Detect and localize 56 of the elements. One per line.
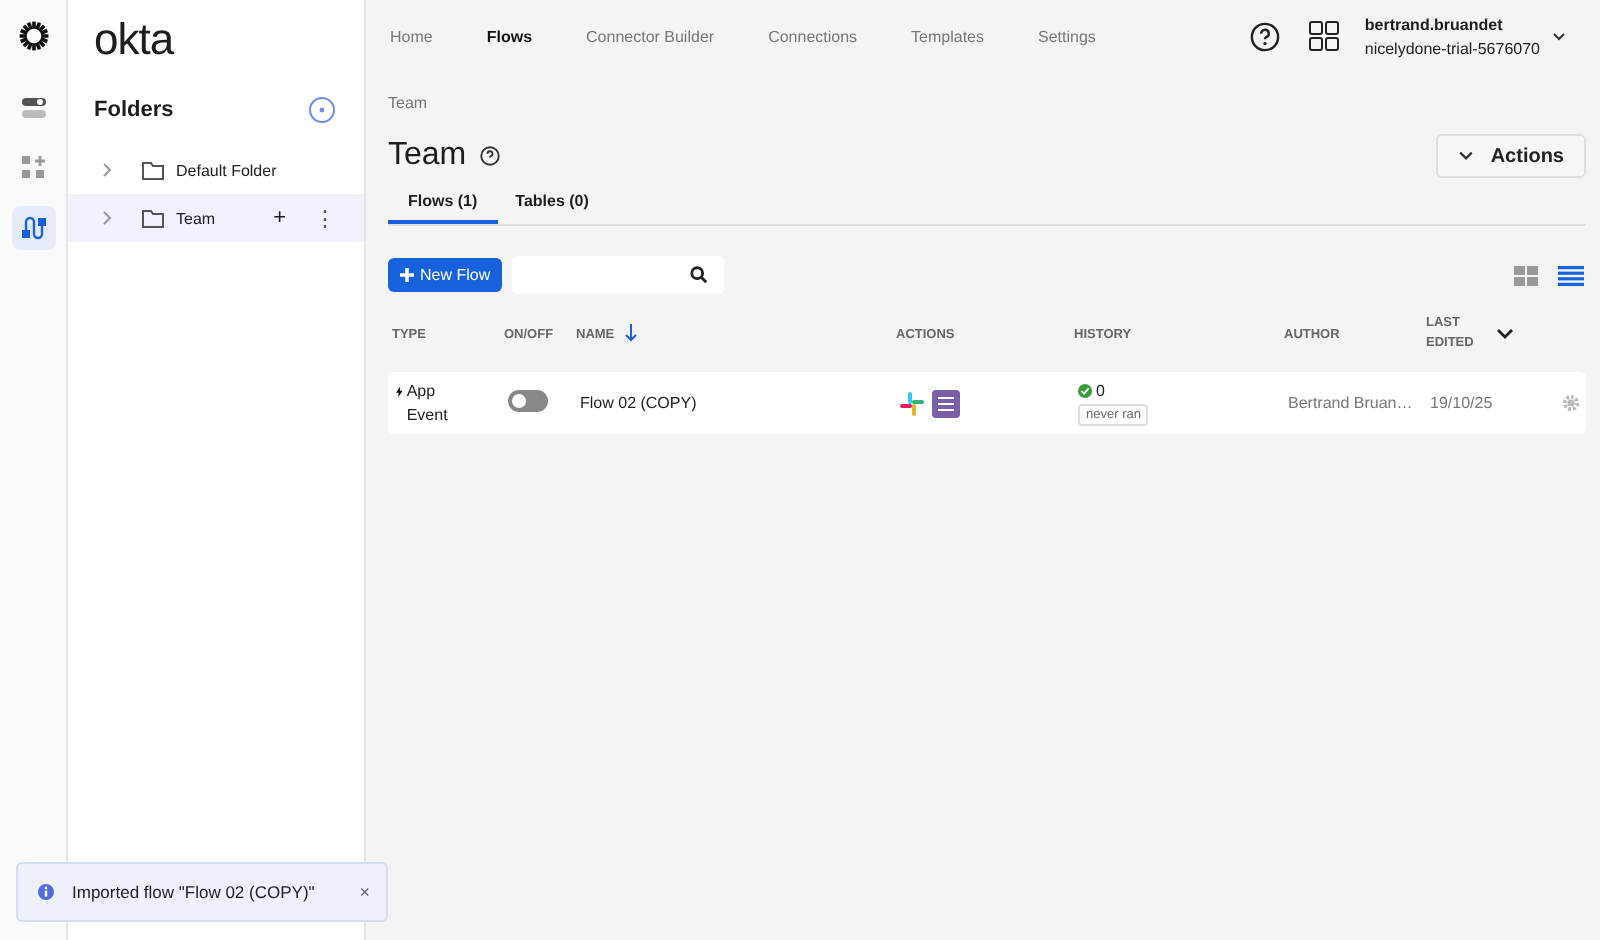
add-symbol[interactable]: + [273,206,286,230]
add-apps-icon [19,154,47,182]
nav-link[interactable]: Connections [768,27,858,45]
date-cell-text: 19/10/25 [1430,394,1495,412]
rail-button[interactable] [11,206,55,250]
nav-link[interactable]: Templates [911,27,985,45]
close-button[interactable]: × [359,882,370,902]
folder-icon [142,209,164,227]
grid-view-icon[interactable] [1514,265,1538,285]
user-name: bertrand.bruandet [1364,15,1505,33]
breadcrumb[interactable]: Team [388,94,428,112]
apps-grid-icon[interactable] [1308,20,1341,52]
nav-link[interactable]: Flows [486,27,533,45]
chevron-down-icon [1458,150,1475,162]
page-title: Team [388,138,467,174]
chevron-icon [102,210,114,226]
flow-name[interactable]: Flow 02 (COPY) [580,394,900,412]
more-symbol[interactable]: ⋮ [314,205,336,231]
slack-icon [900,391,924,415]
success-icon [1078,383,1092,397]
list-view-icon[interactable] [1558,265,1584,285]
toggles-icon [19,94,47,122]
folder-item[interactable]: Default Folder [68,146,364,194]
tab[interactable]: Flows (1) [388,186,498,224]
author-cell-text: Bertrand Bruan… [1288,394,1415,412]
flow-icon [19,214,47,242]
brand-logo: okta [94,20,174,60]
toggle-switch[interactable] [508,390,548,412]
new-flow-button[interactable]: New Flow [388,258,503,292]
nav-link[interactable]: Connector Builder [586,27,715,45]
dropdown-caret-icon[interactable] [1552,31,1566,41]
type-cell-text: App Event [406,379,450,427]
actions-button[interactable]: Actions [1436,134,1586,178]
search-field[interactable] [512,256,725,294]
info-icon [38,884,54,900]
sort-down-icon[interactable] [624,324,638,342]
plus-icon [400,268,414,282]
help-icon[interactable] [480,146,501,166]
folder-icon [142,161,164,179]
help-icon[interactable] [1250,21,1281,51]
folder-name: Team [176,209,218,227]
folder-item[interactable]: Team + ⋮ [68,194,364,242]
nav-link[interactable]: Settings [1038,27,1096,45]
search-icon [690,266,709,284]
chevron-down-icon[interactable] [1496,328,1514,340]
sidebar-title: Folders [94,98,174,122]
nav-link[interactable]: Home [390,27,433,45]
tab[interactable]: Tables (0) [495,186,609,224]
history-count: 0 [1096,381,1105,399]
bolt-icon [396,383,403,399]
logo-icon [15,18,51,54]
toast-message: Imported flow "Flow 02 (COPY)" [72,882,317,902]
chevron-icon [102,162,114,178]
org-name: nicelydone-trial-5676070 [1364,39,1540,57]
list-app-icon [932,389,960,417]
folder-name: Default Folder [176,161,279,179]
